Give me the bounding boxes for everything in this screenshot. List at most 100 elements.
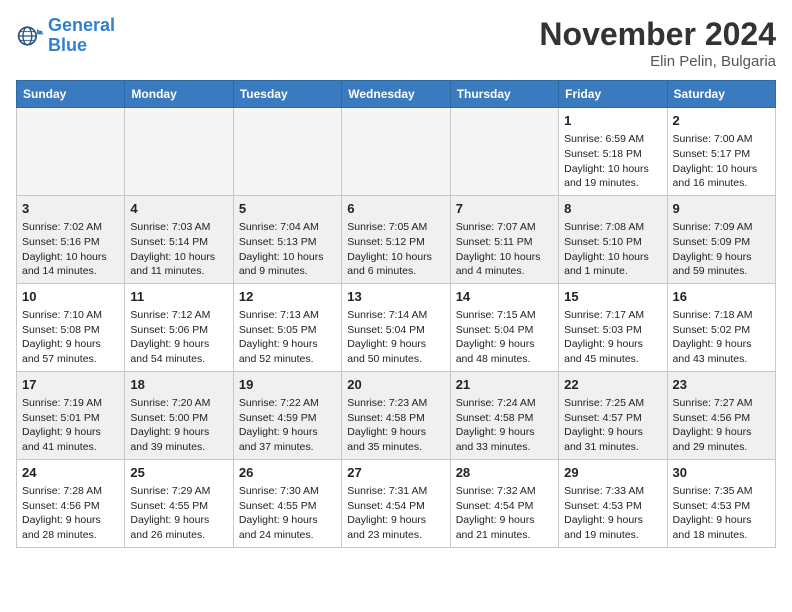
weekday-header: Sunday: [17, 81, 125, 108]
day-info: Sunrise: 7:35 AM Sunset: 4:53 PM Dayligh…: [673, 484, 770, 543]
calendar-cell: 21 Sunrise: 7:24 AM Sunset: 4:58 PM Dayli…: [450, 371, 558, 459]
calendar-cell: 3 Sunrise: 7:02 AM Sunset: 5:16 PM Daylig…: [17, 195, 125, 283]
day-info: Sunrise: 6:59 AM Sunset: 5:18 PM Dayligh…: [564, 132, 661, 191]
day-number: 16: [673, 288, 770, 306]
calendar-cell: [342, 108, 450, 196]
day-number: 4: [130, 200, 227, 218]
calendar-cell: 1 Sunrise: 6:59 AM Sunset: 5:18 PM Daylig…: [559, 108, 667, 196]
day-info: Sunrise: 7:24 AM Sunset: 4:58 PM Dayligh…: [456, 396, 553, 455]
calendar-cell: 23 Sunrise: 7:27 AM Sunset: 4:56 PM Dayli…: [667, 371, 775, 459]
day-number: 26: [239, 464, 336, 482]
calendar-week-row: 17 Sunrise: 7:19 AM Sunset: 5:01 PM Dayli…: [17, 371, 776, 459]
day-number: 6: [347, 200, 444, 218]
day-info: Sunrise: 7:27 AM Sunset: 4:56 PM Dayligh…: [673, 396, 770, 455]
month-title: November 2024: [539, 16, 776, 53]
calendar-cell: 6 Sunrise: 7:05 AM Sunset: 5:12 PM Daylig…: [342, 195, 450, 283]
day-info: Sunrise: 7:00 AM Sunset: 5:17 PM Dayligh…: [673, 132, 770, 191]
weekday-header: Friday: [559, 81, 667, 108]
calendar-cell: 12Sunrise: 7:13 AM Sunset: 5:05 PM Dayli…: [233, 283, 341, 371]
day-number: 17: [22, 376, 119, 394]
calendar-cell: 17 Sunrise: 7:19 AM Sunset: 5:01 PM Dayli…: [17, 371, 125, 459]
calendar-week-row: 1 Sunrise: 6:59 AM Sunset: 5:18 PM Daylig…: [17, 108, 776, 196]
day-number: 15: [564, 288, 661, 306]
day-number: 1: [564, 112, 661, 130]
day-info: Sunrise: 7:08 AM Sunset: 5:10 PM Dayligh…: [564, 220, 661, 279]
day-number: 30: [673, 464, 770, 482]
day-number: 2: [673, 112, 770, 130]
weekday-header: Wednesday: [342, 81, 450, 108]
calendar-cell: 13Sunrise: 7:14 AM Sunset: 5:04 PM Dayli…: [342, 283, 450, 371]
calendar-cell: 25 Sunrise: 7:29 AM Sunset: 4:55 PM Dayli…: [125, 459, 233, 547]
day-number: 18: [130, 376, 227, 394]
calendar-cell: [450, 108, 558, 196]
calendar-cell: 29Sunrise: 7:33 AM Sunset: 4:53 PM Dayli…: [559, 459, 667, 547]
calendar-cell: 28 Sunrise: 7:32 AM Sunset: 4:54 PM Dayli…: [450, 459, 558, 547]
day-info: Sunrise: 7:32 AM Sunset: 4:54 PM Dayligh…: [456, 484, 553, 543]
weekday-header: Saturday: [667, 81, 775, 108]
header-row: SundayMondayTuesdayWednesdayThursdayFrid…: [17, 81, 776, 108]
calendar-cell: 7 Sunrise: 7:07 AM Sunset: 5:11 PM Daylig…: [450, 195, 558, 283]
day-number: 27: [347, 464, 444, 482]
day-info: Sunrise: 7:10 AM Sunset: 5:08 PM Dayligh…: [22, 308, 119, 367]
calendar-cell: 11Sunrise: 7:12 AM Sunset: 5:06 PM Dayli…: [125, 283, 233, 371]
day-number: 11: [130, 288, 227, 306]
day-info: Sunrise: 7:22 AM Sunset: 4:59 PM Dayligh…: [239, 396, 336, 455]
day-number: 3: [22, 200, 119, 218]
calendar-cell: 5 Sunrise: 7:04 AM Sunset: 5:13 PM Daylig…: [233, 195, 341, 283]
day-number: 5: [239, 200, 336, 218]
day-info: Sunrise: 7:19 AM Sunset: 5:01 PM Dayligh…: [22, 396, 119, 455]
day-number: 19: [239, 376, 336, 394]
weekday-header: Thursday: [450, 81, 558, 108]
logo-blue-text: Blue: [48, 36, 115, 56]
day-info: Sunrise: 7:02 AM Sunset: 5:16 PM Dayligh…: [22, 220, 119, 279]
day-info: Sunrise: 7:15 AM Sunset: 5:04 PM Dayligh…: [456, 308, 553, 367]
calendar-cell: 15 Sunrise: 7:17 AM Sunset: 5:03 PM Dayli…: [559, 283, 667, 371]
logo: General Blue: [16, 16, 115, 56]
day-number: 13: [347, 288, 444, 306]
day-info: Sunrise: 7:13 AM Sunset: 5:05 PM Dayligh…: [239, 308, 336, 367]
calendar-table: SundayMondayTuesdayWednesdayThursdayFrid…: [16, 80, 776, 548]
day-info: Sunrise: 7:29 AM Sunset: 4:55 PM Dayligh…: [130, 484, 227, 543]
calendar-cell: 10 Sunrise: 7:10 AM Sunset: 5:08 PM Dayli…: [17, 283, 125, 371]
day-info: Sunrise: 7:17 AM Sunset: 5:03 PM Dayligh…: [564, 308, 661, 367]
day-number: 7: [456, 200, 553, 218]
day-info: Sunrise: 7:04 AM Sunset: 5:13 PM Dayligh…: [239, 220, 336, 279]
title-block: November 2024 Elin Pelin, Bulgaria: [539, 16, 776, 70]
day-info: Sunrise: 7:31 AM Sunset: 4:54 PM Dayligh…: [347, 484, 444, 543]
day-number: 9: [673, 200, 770, 218]
calendar-cell: 4Sunrise: 7:03 AM Sunset: 5:14 PM Daylig…: [125, 195, 233, 283]
page-header: General Blue November 2024 Elin Pelin, B…: [16, 16, 776, 70]
calendar-cell: 14 Sunrise: 7:15 AM Sunset: 5:04 PM Dayli…: [450, 283, 558, 371]
calendar-cell: 9 Sunrise: 7:09 AM Sunset: 5:09 PM Daylig…: [667, 195, 775, 283]
weekday-header: Monday: [125, 81, 233, 108]
day-info: Sunrise: 7:20 AM Sunset: 5:00 PM Dayligh…: [130, 396, 227, 455]
logo-text: General: [48, 16, 115, 36]
calendar-cell: 22 Sunrise: 7:25 AM Sunset: 4:57 PM Dayli…: [559, 371, 667, 459]
calendar-cell: 26 Sunrise: 7:30 AM Sunset: 4:55 PM Dayli…: [233, 459, 341, 547]
day-number: 23: [673, 376, 770, 394]
day-info: Sunrise: 7:09 AM Sunset: 5:09 PM Dayligh…: [673, 220, 770, 279]
day-number: 22: [564, 376, 661, 394]
day-number: 29: [564, 464, 661, 482]
logo-icon: [16, 22, 44, 50]
day-number: 28: [456, 464, 553, 482]
calendar-cell: [17, 108, 125, 196]
day-info: Sunrise: 7:30 AM Sunset: 4:55 PM Dayligh…: [239, 484, 336, 543]
day-info: Sunrise: 7:05 AM Sunset: 5:12 PM Dayligh…: [347, 220, 444, 279]
calendar-cell: 24 Sunrise: 7:28 AM Sunset: 4:56 PM Dayli…: [17, 459, 125, 547]
day-info: Sunrise: 7:07 AM Sunset: 5:11 PM Dayligh…: [456, 220, 553, 279]
calendar-cell: 2 Sunrise: 7:00 AM Sunset: 5:17 PM Daylig…: [667, 108, 775, 196]
day-number: 10: [22, 288, 119, 306]
calendar-week-row: 24 Sunrise: 7:28 AM Sunset: 4:56 PM Dayli…: [17, 459, 776, 547]
day-number: 14: [456, 288, 553, 306]
day-number: 8: [564, 200, 661, 218]
calendar-week-row: 3 Sunrise: 7:02 AM Sunset: 5:16 PM Daylig…: [17, 195, 776, 283]
calendar-cell: 27 Sunrise: 7:31 AM Sunset: 4:54 PM Dayli…: [342, 459, 450, 547]
day-number: 21: [456, 376, 553, 394]
day-info: Sunrise: 7:18 AM Sunset: 5:02 PM Dayligh…: [673, 308, 770, 367]
calendar-cell: 18 Sunrise: 7:20 AM Sunset: 5:00 PM Dayli…: [125, 371, 233, 459]
day-number: 25: [130, 464, 227, 482]
day-info: Sunrise: 7:25 AM Sunset: 4:57 PM Dayligh…: [564, 396, 661, 455]
day-number: 24: [22, 464, 119, 482]
day-info: Sunrise: 7:28 AM Sunset: 4:56 PM Dayligh…: [22, 484, 119, 543]
